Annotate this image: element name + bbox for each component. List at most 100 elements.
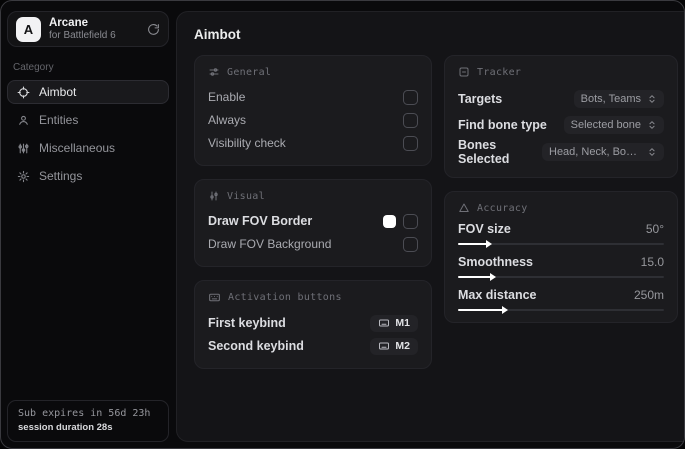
app-logo: A [16, 16, 41, 42]
main-card: Aimbot General Enable Always Visibility … [176, 11, 684, 442]
bones-selected-select[interactable]: Head, Neck, Body, Pe.. [542, 143, 664, 161]
slider-label: Smoothness [458, 255, 534, 269]
select-value: Bots, Teams [580, 92, 641, 105]
settings-lines-icon [208, 66, 220, 78]
person-icon [17, 114, 30, 127]
setting-label: Targets [458, 91, 503, 106]
keybind-value: M2 [395, 340, 410, 352]
first-keybind-button[interactable]: M1 [370, 314, 418, 332]
slider-value: 250m [633, 288, 664, 302]
find-bone-type-select[interactable]: Selected bone [563, 115, 664, 134]
sidebar-nav: Aimbot Entities Miscellaneous Settings [7, 80, 169, 188]
panel-title: Tracker [477, 66, 522, 78]
triangle-icon [458, 202, 470, 214]
setting-label: Visibility check [208, 136, 286, 150]
sidebar-item-settings[interactable]: Settings [7, 164, 169, 188]
sidebar-item-label: Aimbot [39, 85, 77, 99]
fov-size-slider[interactable] [458, 240, 664, 248]
slider-group-max-distance: Max distance 250m [458, 288, 664, 314]
setting-row-enable: Enable [208, 86, 418, 108]
slider-group-smoothness: Smoothness 15.0 [458, 255, 664, 281]
brand-subtitle: for Battlefield 6 [49, 29, 116, 41]
sidebar-item-label: Entities [39, 113, 79, 127]
sidebar-item-label: Miscellaneous [39, 141, 116, 155]
sidebar-item-aimbot[interactable]: Aimbot [7, 80, 169, 104]
session-duration-text: session duration 28s [18, 422, 113, 433]
panel-tracker: Tracker Targets Bots, Teams Find bone ty… [444, 55, 678, 178]
slider-value: 50° [645, 222, 664, 236]
setting-label: Always [208, 113, 247, 127]
targets-select[interactable]: Bots, Teams [573, 89, 664, 108]
slider-fill [458, 306, 509, 314]
brand-name: Arcane [49, 16, 88, 29]
right-column: Tracker Targets Bots, Teams Find bone ty… [444, 55, 678, 323]
left-column: General Enable Always Visibility check V… [194, 55, 432, 369]
setting-row-draw-fov-border: Draw FOV Border [208, 210, 418, 232]
app-window: A Arcane for Battlefield 6 Category Aimb… [0, 0, 685, 449]
keybind-value: M1 [395, 317, 410, 329]
setting-label: Bones Selected [458, 138, 510, 166]
page-title: Aimbot [194, 27, 241, 42]
visibility-check-checkbox[interactable] [403, 135, 418, 151]
slider-label: FOV size [458, 222, 511, 236]
setting-label: Find bone type [458, 117, 547, 132]
sliders-icon [17, 142, 30, 155]
slider-value: 15.0 [640, 255, 664, 269]
max-distance-slider[interactable] [458, 306, 664, 314]
gear-icon [17, 170, 30, 183]
sidebar: A Arcane for Battlefield 6 Category Aimb… [1, 1, 175, 448]
always-checkbox[interactable] [403, 112, 418, 128]
second-keybind-button[interactable]: M2 [370, 337, 418, 355]
scan-box-icon [458, 66, 470, 78]
slider-label: Max distance [458, 288, 537, 302]
sidebar-item-label: Settings [39, 169, 83, 183]
slider-fill [458, 273, 496, 281]
select-value: Selected bone [570, 118, 641, 131]
setting-label: First keybind [208, 316, 286, 330]
category-label: Category [13, 62, 54, 73]
enable-checkbox[interactable] [403, 89, 418, 105]
setting-row-targets: Targets Bots, Teams [458, 86, 664, 111]
draw-fov-background-checkbox[interactable] [403, 236, 418, 252]
panel-title: Accuracy [477, 202, 528, 214]
panel-tracker-header: Tracker [458, 66, 664, 78]
keyboard-icon [208, 291, 221, 304]
sidebar-item-miscellaneous[interactable]: Miscellaneous [7, 136, 169, 160]
panel-title: General [227, 66, 272, 78]
draw-fov-border-checkbox[interactable] [403, 213, 418, 229]
sliders-vertical-icon [208, 190, 220, 202]
panel-title: Activation buttons [228, 292, 342, 303]
brand-text: Arcane for Battlefield 6 [49, 17, 116, 42]
setting-row-draw-fov-background: Draw FOV Background [208, 233, 418, 255]
panel-general-header: General [208, 66, 418, 78]
fov-border-controls [383, 213, 418, 229]
panel-general: General Enable Always Visibility check [194, 55, 432, 166]
refresh-icon[interactable] [147, 23, 160, 36]
setting-label: Second keybind [208, 339, 304, 353]
chevrons-up-down-icon [647, 120, 657, 130]
setting-row-visibility-check: Visibility check [208, 132, 418, 154]
fov-border-color-swatch[interactable] [383, 214, 396, 228]
setting-row-always: Always [208, 109, 418, 131]
setting-row-bones-selected: Bones Selected Head, Neck, Body, Pe.. [458, 138, 664, 166]
panel-accuracy: Accuracy FOV size 50° Smoothness 15.0 Ma… [444, 191, 678, 323]
panel-accuracy-header: Accuracy [458, 202, 664, 214]
select-value: Head, Neck, Body, Pe.. [549, 146, 641, 158]
crosshair-icon [17, 86, 30, 99]
slider-group-fov-size: FOV size 50° [458, 222, 664, 248]
keyboard-icon [378, 317, 390, 329]
setting-row-second-keybind: Second keybind M2 [208, 335, 418, 357]
keyboard-icon [378, 340, 390, 352]
slider-fill [458, 240, 492, 248]
setting-row-first-keybind: First keybind M1 [208, 312, 418, 334]
setting-label: Draw FOV Background [208, 237, 332, 251]
sidebar-item-entities[interactable]: Entities [7, 108, 169, 132]
smoothness-slider[interactable] [458, 273, 664, 281]
panel-activation-header: Activation buttons [208, 291, 418, 304]
setting-label: Draw FOV Border [208, 214, 313, 228]
setting-row-find-bone-type: Find bone type Selected bone [458, 112, 664, 137]
chevrons-up-down-icon [647, 147, 657, 157]
subscription-info: Sub expires in 56d 23h session duration … [7, 400, 169, 442]
panel-activation-buttons: Activation buttons First keybind M1 Seco… [194, 280, 432, 369]
setting-label: Enable [208, 90, 246, 104]
